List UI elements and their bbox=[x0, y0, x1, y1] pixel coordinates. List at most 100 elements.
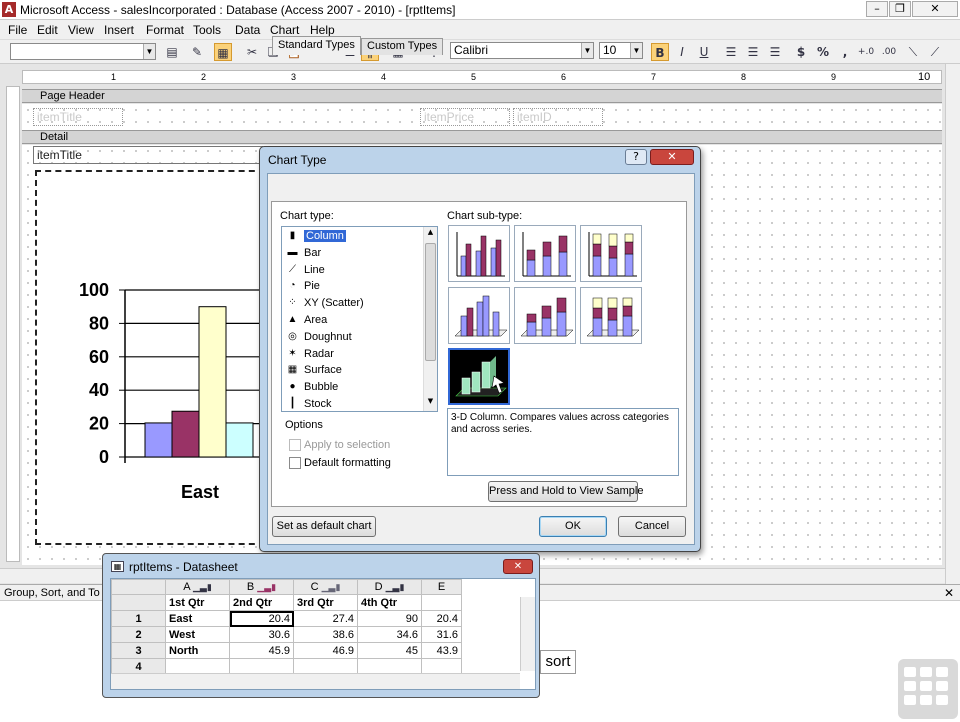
header-field-itemid[interactable]: itemID bbox=[513, 108, 603, 126]
dialog-close-button[interactable]: ✕ bbox=[650, 149, 694, 165]
header-field-itemprice[interactable]: itemPrice bbox=[420, 108, 510, 126]
align-center-icon[interactable]: ☰ bbox=[744, 43, 762, 61]
set-default-chart-button[interactable]: Set as default chart bbox=[272, 516, 376, 537]
menu-file[interactable]: File bbox=[8, 23, 27, 37]
access-app-icon[interactable]: A bbox=[2, 2, 16, 17]
row-header[interactable]: 2 bbox=[111, 626, 166, 643]
data-cell[interactable] bbox=[421, 594, 462, 611]
menu-data[interactable]: Data bbox=[235, 23, 260, 37]
data-cell[interactable]: 90 bbox=[357, 610, 422, 627]
font-size-combo[interactable]: 10 ▼ bbox=[599, 42, 643, 59]
decrease-decimal-icon[interactable]: .00 bbox=[880, 43, 898, 61]
data-cell[interactable]: 20.4 bbox=[421, 610, 462, 627]
tab-custom-types[interactable]: Custom Types bbox=[361, 38, 444, 55]
subtype-3d-stacked-column[interactable] bbox=[514, 287, 576, 344]
data-cell[interactable]: 43.9 bbox=[421, 642, 462, 659]
apply-to-selection-checkbox[interactable] bbox=[289, 439, 301, 451]
format-object-icon[interactable]: ▤ bbox=[163, 43, 181, 61]
category-cell[interactable]: West bbox=[165, 626, 230, 643]
cancel-button[interactable]: Cancel bbox=[618, 516, 686, 537]
minimize-button[interactable]: – bbox=[866, 1, 888, 17]
column-header[interactable]: A ▁▃▮ bbox=[165, 579, 230, 595]
data-cell[interactable]: 45 bbox=[357, 642, 422, 659]
menu-view[interactable]: View bbox=[68, 23, 94, 37]
datasheet-vertical-scrollbar[interactable] bbox=[520, 597, 535, 671]
row-header[interactable] bbox=[111, 594, 166, 611]
close-icon[interactable]: ✕ bbox=[944, 586, 954, 600]
restore-button[interactable]: ❐ bbox=[889, 1, 911, 17]
subtype-3d-column[interactable] bbox=[448, 348, 510, 405]
chart-object[interactable]: 100 80 60 40 20 0 East bbox=[35, 170, 265, 545]
data-cell[interactable]: 27.4 bbox=[293, 610, 358, 627]
category-cell[interactable]: East bbox=[165, 610, 230, 627]
underline-icon[interactable]: U bbox=[695, 43, 713, 61]
header-field-itemtitle[interactable]: itemTitle bbox=[33, 108, 123, 126]
vertical-scrollbar[interactable] bbox=[945, 64, 960, 584]
subtype-100-stacked-column[interactable] bbox=[580, 225, 642, 282]
increase-decimal-icon[interactable]: +.0 bbox=[857, 43, 875, 61]
datasheet-grid[interactable]: A ▁▃▮ B ▁▃▮ C ▁▃▮ D ▁▃▮ E 1st Qtr 2nd Qt… bbox=[110, 578, 536, 690]
column-header[interactable]: E bbox=[421, 579, 462, 595]
scroll-thumb[interactable] bbox=[425, 243, 436, 361]
chart-type-item[interactable]: ● Bubble bbox=[284, 379, 422, 396]
press-hold-sample-button[interactable]: Press and Hold to View Sample bbox=[488, 481, 644, 502]
datasheet-close-button[interactable]: ✕ bbox=[503, 559, 533, 574]
chart-type-item[interactable]: ┃ Stock bbox=[284, 396, 422, 411]
scroll-up-icon[interactable]: ▲ bbox=[425, 228, 436, 241]
chart-type-item[interactable]: ⟋ Line bbox=[284, 262, 422, 279]
column-header[interactable]: C ▁▃▮ bbox=[293, 579, 358, 595]
tab-standard-types[interactable]: Standard Types bbox=[272, 36, 361, 55]
italic-icon[interactable]: I bbox=[673, 43, 691, 61]
chart-type-item[interactable]: ⁘ XY (Scatter) bbox=[284, 295, 422, 312]
menu-chart[interactable]: Chart bbox=[270, 23, 299, 37]
data-cell[interactable]: 30.6 bbox=[229, 626, 294, 643]
detail-section-bar[interactable]: Detail bbox=[22, 130, 942, 144]
subtype-stacked-column[interactable] bbox=[514, 225, 576, 282]
chart-type-item[interactable]: ✶ Radar bbox=[284, 346, 422, 363]
data-cell[interactable]: 46.9 bbox=[293, 642, 358, 659]
subtype-clustered-column[interactable] bbox=[448, 225, 510, 282]
chart-type-item[interactable]: ▬ Bar bbox=[284, 245, 422, 262]
data-cell[interactable]: 20.4 bbox=[229, 610, 294, 627]
category-cell[interactable]: North bbox=[165, 642, 230, 659]
percent-style-icon[interactable]: % bbox=[814, 43, 832, 61]
list-scrollbar[interactable]: ▲ ▼ bbox=[423, 227, 437, 411]
detail-field-itemtitle[interactable]: itemTitle bbox=[33, 146, 263, 164]
default-formatting-checkbox[interactable] bbox=[289, 457, 301, 469]
close-button[interactable]: ✕ bbox=[912, 1, 958, 17]
data-cell[interactable]: 34.6 bbox=[357, 626, 422, 643]
corner-cell[interactable] bbox=[111, 579, 166, 595]
data-cell[interactable]: 31.6 bbox=[421, 626, 462, 643]
datasheet-view-icon[interactable]: ▦ bbox=[214, 43, 232, 61]
add-sort-button[interactable]: sort bbox=[540, 650, 576, 674]
angle-text-up-icon[interactable]: ⟋ bbox=[926, 43, 944, 61]
cut-icon[interactable]: ✂ bbox=[243, 43, 261, 61]
menu-insert[interactable]: Insert bbox=[104, 23, 134, 37]
page-header-section-bar[interactable]: Page Header bbox=[22, 89, 942, 103]
data-cell[interactable]: 45.9 bbox=[229, 642, 294, 659]
column-header[interactable]: D ▁▃▮ bbox=[357, 579, 422, 595]
chart-type-item[interactable]: ▦ Surface bbox=[284, 362, 422, 379]
chart-type-item[interactable]: ▲ Area bbox=[284, 312, 422, 329]
currency-style-icon[interactable]: $ bbox=[792, 43, 810, 61]
series-header-cell[interactable]: 4th Qtr bbox=[357, 594, 422, 611]
scroll-down-icon[interactable]: ▼ bbox=[425, 397, 436, 410]
subtype-3d-100-stacked-column[interactable] bbox=[580, 287, 642, 344]
font-name-combo[interactable]: Calibri ▼ bbox=[450, 42, 594, 59]
menu-tools[interactable]: Tools bbox=[193, 23, 221, 37]
align-right-icon[interactable]: ☰ bbox=[766, 43, 784, 61]
chart-type-item[interactable]: ▮ Column bbox=[284, 228, 422, 245]
menu-edit[interactable]: Edit bbox=[37, 23, 58, 37]
series-header-cell[interactable]: 3rd Qtr bbox=[293, 594, 358, 611]
series-header-cell[interactable]: 2nd Qtr bbox=[229, 594, 294, 611]
ok-button[interactable]: OK bbox=[539, 516, 607, 537]
chart-type-item[interactable]: ◔ Pie bbox=[284, 278, 422, 295]
menu-help[interactable]: Help bbox=[310, 23, 335, 37]
datasheet-horizontal-scrollbar[interactable] bbox=[111, 673, 520, 689]
chart-object-combo[interactable]: ▼ bbox=[10, 43, 156, 60]
row-header[interactable]: 1 bbox=[111, 610, 166, 627]
row-header[interactable]: 3 bbox=[111, 642, 166, 659]
align-left-icon[interactable]: ☰ bbox=[722, 43, 740, 61]
chart-type-item[interactable]: ◎ Doughnut bbox=[284, 329, 422, 346]
comma-style-icon[interactable]: , bbox=[836, 43, 854, 61]
